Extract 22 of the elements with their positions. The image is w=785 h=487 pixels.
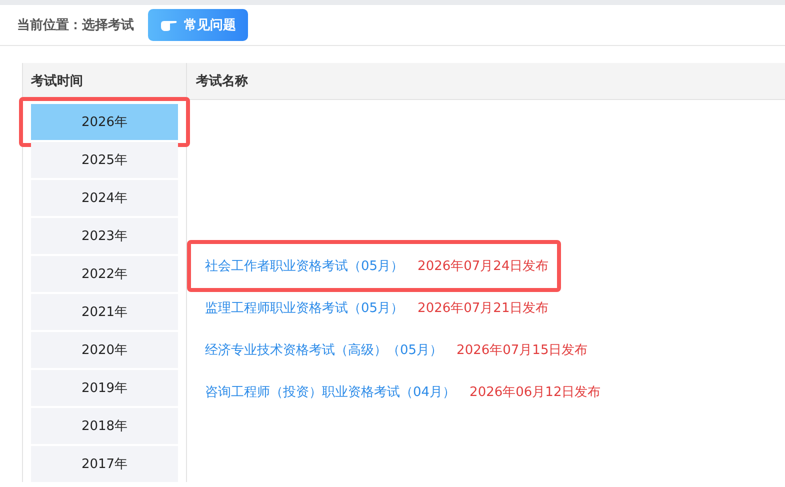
publish-date: 2026年07月24日发布 [418,258,549,275]
exam-link[interactable]: 社会工作者职业资格考试（05月） [205,257,404,275]
year-item[interactable]: 2026年 [31,104,178,140]
breadcrumb: 当前位置：选择考试 [17,17,134,34]
column-header: 考试时间 [23,63,187,100]
pointing-hand-icon [160,18,178,32]
exam-link[interactable]: 经济专业技术资格考试（高级）（05月） [205,341,443,359]
exam-link[interactable]: 监理工程师职业资格考试（05月） [205,299,404,317]
column-header: 考试名称 [187,63,785,100]
year-item[interactable]: 2022年 [31,256,178,292]
year-item[interactable]: 2024年 [31,180,178,216]
year-item[interactable]: 2021年 [31,294,178,330]
publish-date: 2026年06月12日发布 [470,384,601,401]
year-item[interactable]: 2020年 [31,332,178,368]
year-item[interactable]: 2025年 [31,142,178,178]
year-item[interactable]: 2023年 [31,218,178,254]
exam-link[interactable]: 咨询工程师（投资）职业资格考试（04月） [205,383,456,401]
publish-date: 2026年07月21日发布 [418,300,549,317]
year-item[interactable]: 2018年 [31,408,178,444]
year-item[interactable]: 2017年 [31,446,178,482]
year-item[interactable]: 2019年 [31,370,178,406]
publish-date: 2026年07月15日发布 [456,342,588,359]
